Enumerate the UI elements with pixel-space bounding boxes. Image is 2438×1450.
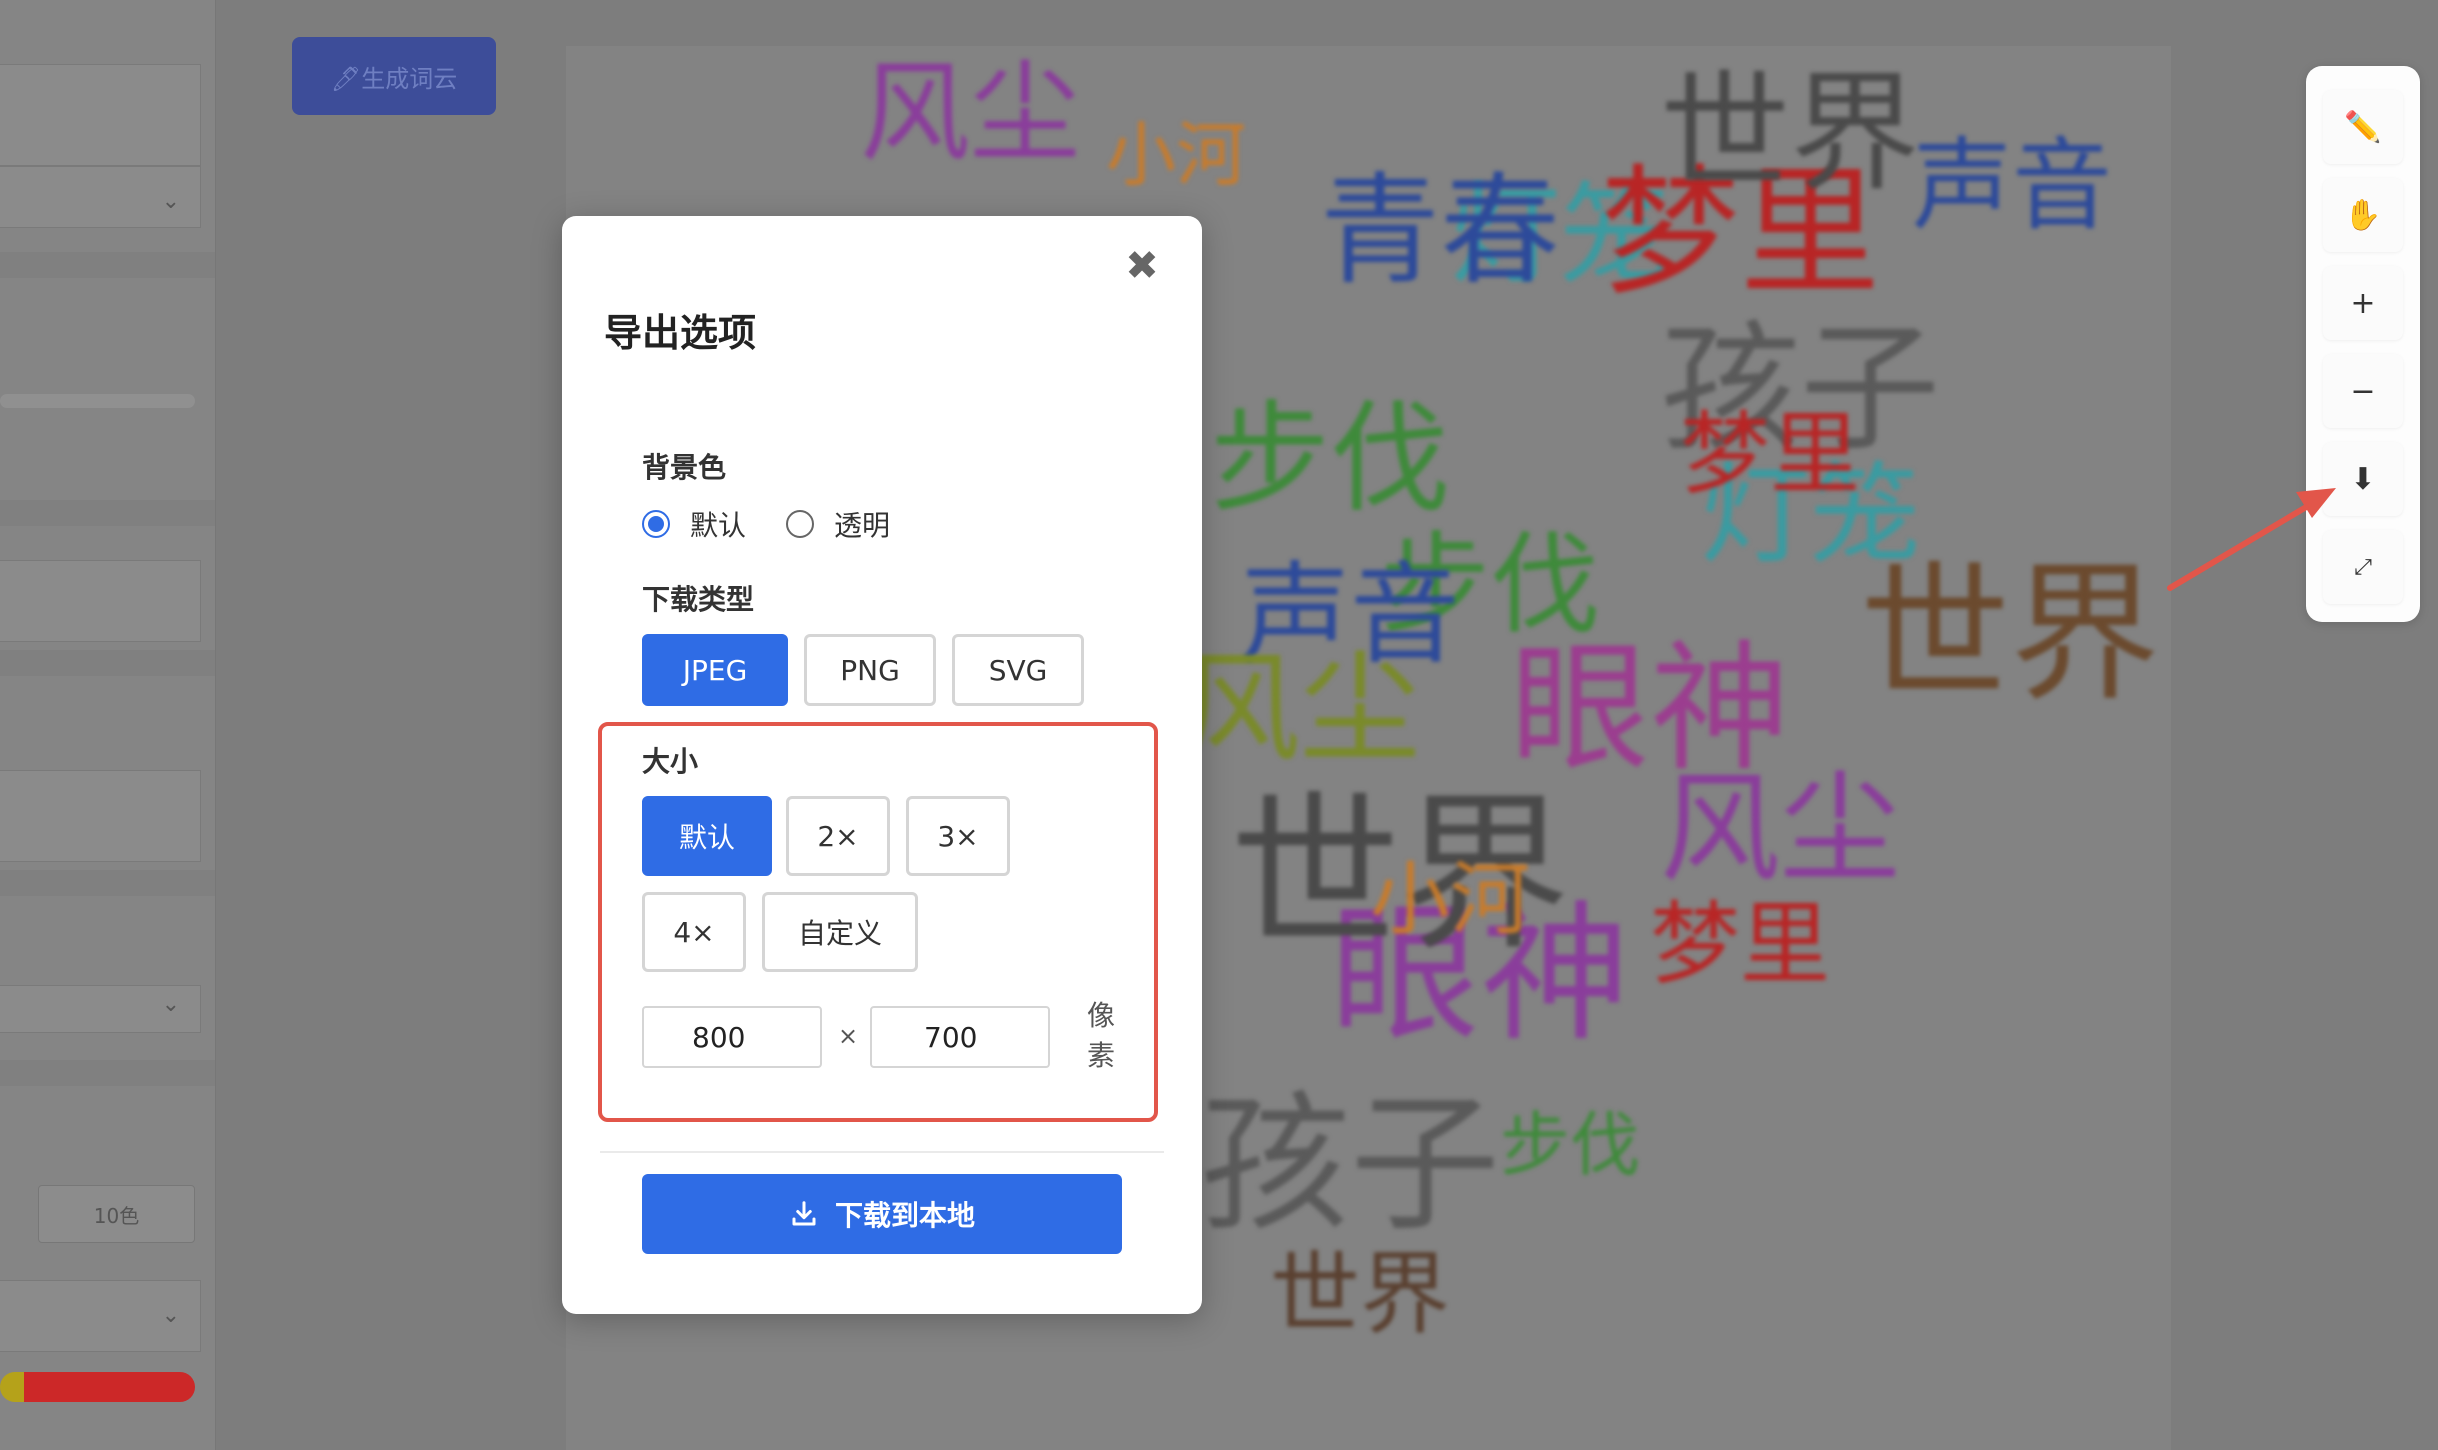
- pan-tool-button[interactable]: ✋: [2323, 178, 2403, 252]
- settings-divider: [0, 252, 215, 278]
- export-options-dialog: ✖ 导出选项 背景色 默认 透明 下载类型 JPEG PNG SVG 大小 默认…: [562, 216, 1202, 1314]
- word-cloud-word: 眼神: [1510, 628, 1791, 791]
- size-2x-button[interactable]: 2×: [786, 796, 890, 876]
- word-cloud-word: 小河: [1106, 114, 1246, 196]
- settings-select[interactable]: ⌄: [0, 1280, 201, 1352]
- radio-transparent[interactable]: [786, 510, 815, 538]
- download-local-button[interactable]: 下载到本地: [642, 1174, 1122, 1254]
- chevron-down-icon: ⌄: [161, 189, 180, 214]
- radio-transparent-label[interactable]: 透明: [834, 504, 890, 544]
- word-cloud-word: 青春: [1320, 162, 1560, 301]
- settings-panel: ⌄ ⌄ 10色 ⌄: [0, 0, 216, 1450]
- download-tool-button[interactable]: ⬇: [2323, 442, 2403, 516]
- zoom-in-tool-button[interactable]: +: [2323, 266, 2403, 340]
- radio-default-label[interactable]: 默认: [690, 504, 746, 544]
- pan-icon: ✋: [2344, 197, 2382, 233]
- chevron-down-icon: ⌄: [161, 992, 180, 1017]
- word-cloud-word: 步伐: [1210, 390, 1450, 529]
- background-color-label: 背景色: [642, 451, 727, 484]
- word-cloud-word: 世界: [1270, 1242, 1450, 1347]
- word-cloud-word: 声音: [1912, 127, 2112, 244]
- word-cloud-word: 孩子: [1200, 1078, 1501, 1252]
- generate-button[interactable]: 🖊生成词云: [292, 37, 496, 115]
- width-input[interactable]: [642, 1006, 822, 1068]
- chevron-down-icon: ⌄: [161, 1303, 180, 1328]
- file-type-label: 下载类型: [642, 583, 755, 616]
- settings-divider: [0, 500, 215, 526]
- zoom-out-tool-button[interactable]: −: [2323, 354, 2403, 428]
- word-cloud-word: 风尘: [1660, 760, 1900, 899]
- background-color-options: 默认 透明: [642, 504, 930, 544]
- size-custom-button[interactable]: 自定义: [762, 892, 918, 972]
- settings-select[interactable]: ⌄: [0, 166, 201, 228]
- color-count-button[interactable]: 10色: [38, 1185, 195, 1243]
- unit-label-line1: 像: [1086, 999, 1115, 1032]
- background-app: ⌄ ⌄ 10色 ⌄ 🖊生成词云 风尘 小河 灯笼 梦里 世界 声音 孩子 步伐 眼神 青春 世界 眼神…: [0, 0, 2438, 1450]
- download-local-label: 下载到本地: [834, 1199, 975, 1232]
- word-cloud-word: 梦里: [1680, 402, 1860, 507]
- settings-divider: [0, 1060, 215, 1086]
- dialog-title: 导出选项: [604, 311, 757, 355]
- size-default-button[interactable]: 默认: [642, 796, 772, 876]
- settings-divider: [0, 650, 215, 676]
- settings-slider[interactable]: [0, 394, 195, 408]
- close-icon[interactable]: ✖: [1122, 246, 1162, 286]
- canvas-toolbar: ✏️ ✋ + − ⬇ ⤢: [2306, 66, 2420, 622]
- word-cloud-word: 世界: [1660, 57, 1921, 209]
- settings-input[interactable]: [0, 560, 201, 642]
- word-cloud-word: 风尘: [860, 49, 1080, 177]
- height-input[interactable]: [870, 1006, 1050, 1068]
- word-cloud-word: 梦里: [1650, 892, 1830, 997]
- word-cloud-word: 世界: [1860, 548, 2161, 722]
- edit-icon: ✏️: [2344, 109, 2382, 145]
- radio-default[interactable]: [642, 510, 670, 538]
- edit-tool-button[interactable]: ✏️: [2323, 90, 2403, 164]
- size-label: 大小: [642, 745, 699, 778]
- word-cloud-word: 小河: [1370, 853, 1530, 946]
- color-scheme-bar[interactable]: [0, 1372, 195, 1402]
- word-cloud-word: 风尘: [1180, 640, 1420, 779]
- fullscreen-tool-button[interactable]: ⤢: [2323, 530, 2403, 604]
- type-svg-button[interactable]: SVG: [952, 634, 1084, 706]
- times-symbol: ×: [838, 1022, 859, 1050]
- word-cloud-word: 步伐: [1500, 1104, 1640, 1186]
- settings-input[interactable]: [0, 770, 201, 862]
- unit-label-line2: 素: [1086, 1039, 1115, 1072]
- download-icon: [792, 1201, 816, 1226]
- size-4x-button[interactable]: 4×: [642, 892, 746, 972]
- type-png-button[interactable]: PNG: [804, 634, 936, 706]
- zoom-out-icon: −: [2350, 373, 2376, 409]
- fullscreen-icon: ⤢: [2354, 554, 2372, 580]
- download-icon: ⬇: [2350, 461, 2376, 497]
- zoom-in-icon: +: [2350, 285, 2376, 321]
- settings-block: [0, 64, 201, 166]
- settings-divider: [0, 870, 215, 896]
- settings-select[interactable]: ⌄: [0, 985, 201, 1033]
- dialog-divider: [600, 1151, 1164, 1153]
- size-3x-button[interactable]: 3×: [906, 796, 1010, 876]
- type-jpeg-button[interactable]: JPEG: [642, 634, 788, 706]
